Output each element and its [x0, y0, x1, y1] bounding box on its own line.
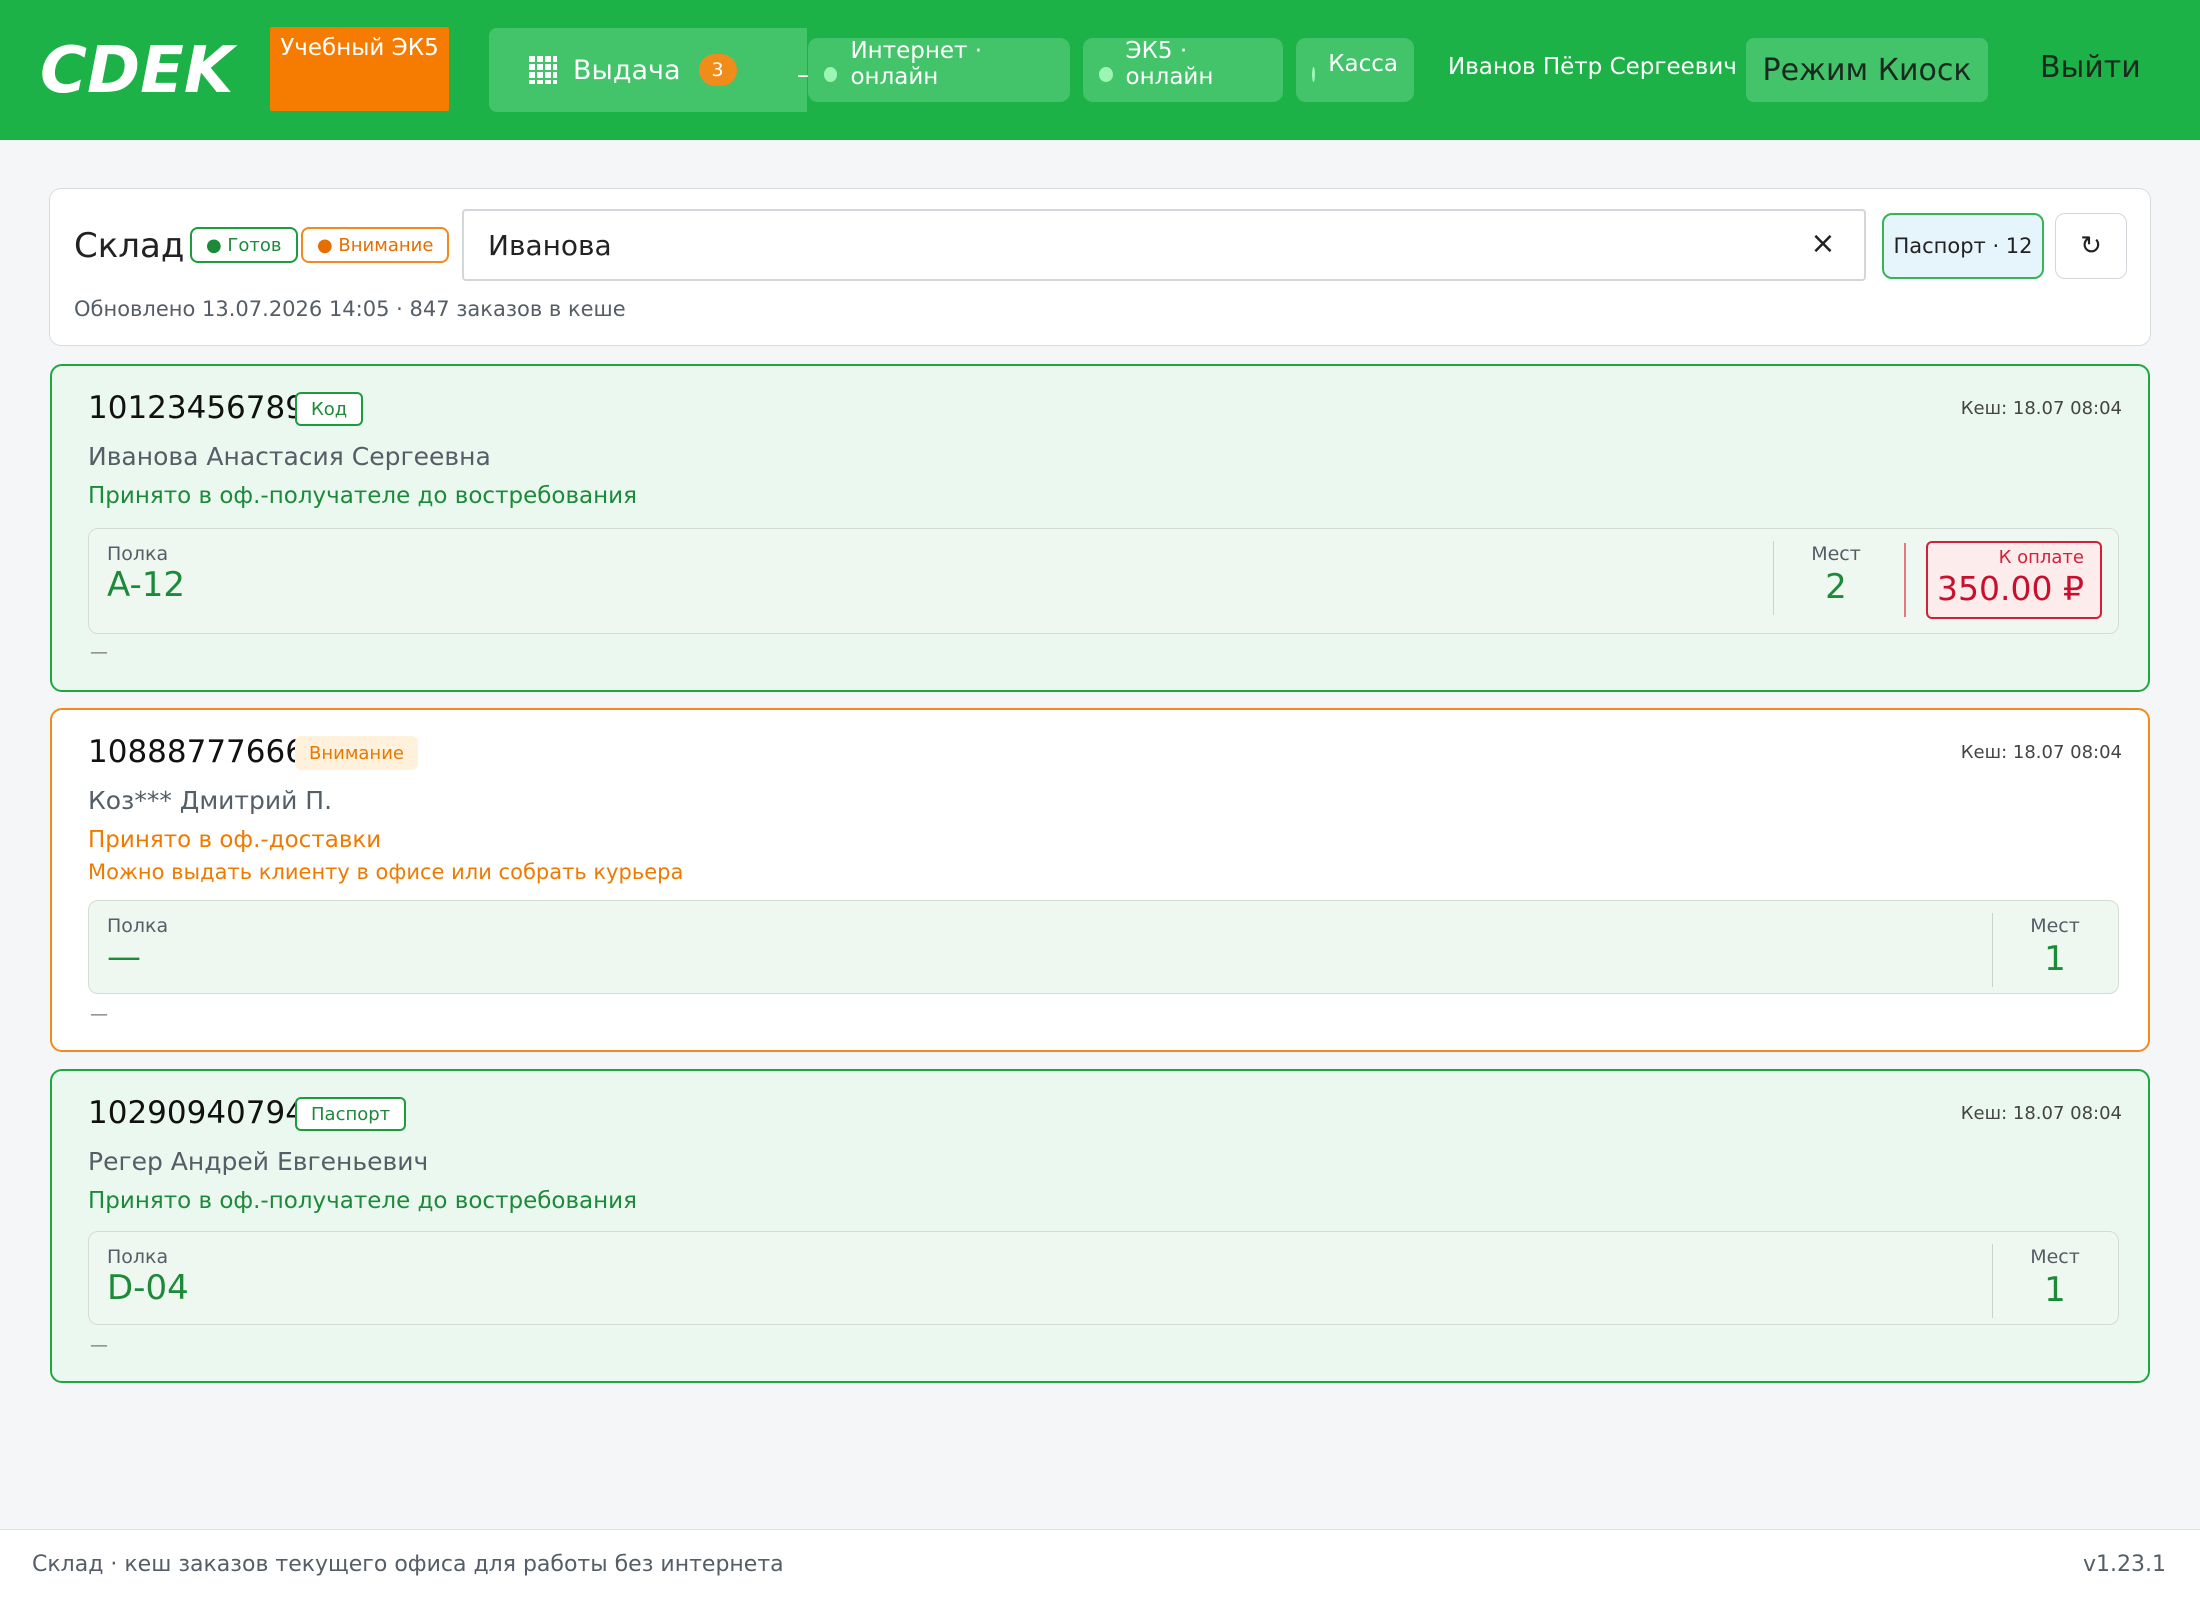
footer: Склад · кеш заказов текущего офиса для р…: [0, 1529, 2200, 1600]
cache-timestamp: Кеш: 18.07 08:04: [1960, 742, 2122, 763]
grid-icon: [529, 56, 557, 84]
online-dot-icon: [824, 66, 838, 82]
order-status: Принято в оф.-доставки: [88, 827, 382, 853]
order-card[interactable]: 10290940794 Паспорт Кеш: 18.07 08:04 Рег…: [50, 1069, 2150, 1383]
order-number: 10888777666: [88, 734, 305, 770]
places-info: Мест 1: [1992, 1244, 2117, 1318]
warehouse-panel: Склад ● Готов ● Внимание × Паспорт · 12 …: [49, 188, 2151, 346]
svg-text:CDEK: CDEK: [40, 34, 238, 104]
cache-timestamp: Кеш: 18.07 08:04: [1960, 398, 2122, 419]
order-status: Принято в оф.-получателе до востребовани…: [88, 483, 637, 509]
places-info: Мест 2: [1773, 541, 1898, 615]
places-value: 1: [2044, 1270, 2066, 1310]
shelf-info: Полка — Мест 1: [88, 900, 2119, 994]
kiosk-mode-button[interactable]: Режим Киоск: [1746, 38, 1988, 102]
recipient-name: Регер Андрей Евгеньевич: [88, 1147, 429, 1176]
payment-due: К оплате 350.00 ₽: [1926, 541, 2102, 619]
shelf-value: A-12: [107, 565, 186, 605]
order-note: —: [90, 1004, 108, 1025]
updated-info: Обновлено 13.07.2026 14:05 · 847 заказов…: [74, 297, 626, 321]
user-name: Иванов Пётр Сергеевич: [1448, 54, 1737, 80]
shelf-info: Полка D-04 Мест 1: [88, 1231, 2119, 1325]
cache-timestamp: Кеш: 18.07 08:04: [1960, 1103, 2122, 1124]
shelf-value: D-04: [107, 1268, 189, 1308]
order-status: Принято в оф.-получателе до востребовани…: [88, 1188, 637, 1214]
cdek-logo: CDEK: [38, 34, 238, 104]
status-internet[interactable]: Интернет · онлайн: [808, 38, 1070, 102]
clear-icon[interactable]: ×: [1808, 229, 1838, 259]
issue-count-badge: 3: [698, 54, 737, 86]
payment-amount: 350.00 ₽: [1937, 569, 2084, 608]
status-ek5[interactable]: ЭК5 · онлайн: [1083, 38, 1283, 102]
order-note: —: [90, 1335, 108, 1356]
app-version: v1.23.1: [2083, 1552, 2166, 1577]
footer-description: Склад · кеш заказов текущего офиса для р…: [32, 1552, 784, 1577]
top-bar: CDEK Учебный ЭК5 Выдача 3 – Интернет · о…: [0, 0, 2200, 140]
cdek-logo-mark: CDEK: [40, 34, 238, 104]
shelf-info: Полка A-12 Мест 2 К оплате 350.00 ₽: [88, 528, 2119, 634]
order-note: —: [90, 642, 108, 663]
status-badge-warning: ● Внимание: [301, 227, 450, 263]
places-info: Мест 1: [1992, 913, 2117, 987]
status-badge-ready: ● Готов: [190, 227, 298, 263]
tab-issue-label: Выдача: [573, 54, 681, 86]
order-tag: Внимание: [295, 736, 418, 770]
order-tag: Паспорт: [295, 1097, 407, 1131]
passport-filter-button[interactable]: Паспорт · 12: [1882, 213, 2044, 279]
shelf-value: —: [107, 937, 141, 977]
logout-button[interactable]: Выйти: [2040, 50, 2141, 85]
training-mode-badge[interactable]: Учебный ЭК5: [270, 27, 449, 111]
order-number: 10123456789: [88, 390, 305, 426]
places-value: 1: [2044, 939, 2066, 979]
refresh-button[interactable]: ↻: [2055, 213, 2127, 279]
search-input[interactable]: [462, 209, 1866, 281]
recipient-name: Иванова Анастасия Сергеевна: [88, 442, 491, 471]
page-title: Склад: [74, 226, 185, 266]
pay-divider: [1904, 543, 1906, 617]
places-value: 2: [1825, 567, 1847, 607]
order-card[interactable]: 10123456789 Код Кеш: 18.07 08:04 Иванова…: [50, 364, 2150, 692]
order-card[interactable]: 10888777666 Внимание Кеш: 18.07 08:04 Ко…: [50, 708, 2150, 1052]
order-status-hint: Можно выдать клиенту в офисе или собрать…: [88, 860, 684, 884]
online-dot-icon: [1099, 66, 1113, 82]
order-number: 10290940794: [88, 1095, 305, 1131]
order-tag: Код: [295, 392, 364, 426]
tab-issue[interactable]: Выдача 3 –: [489, 28, 809, 112]
status-cash[interactable]: Касса: [1296, 38, 1414, 102]
online-dot-icon: [1312, 66, 1316, 82]
recipient-name: Коз*** Дмитрий П.: [88, 786, 333, 815]
